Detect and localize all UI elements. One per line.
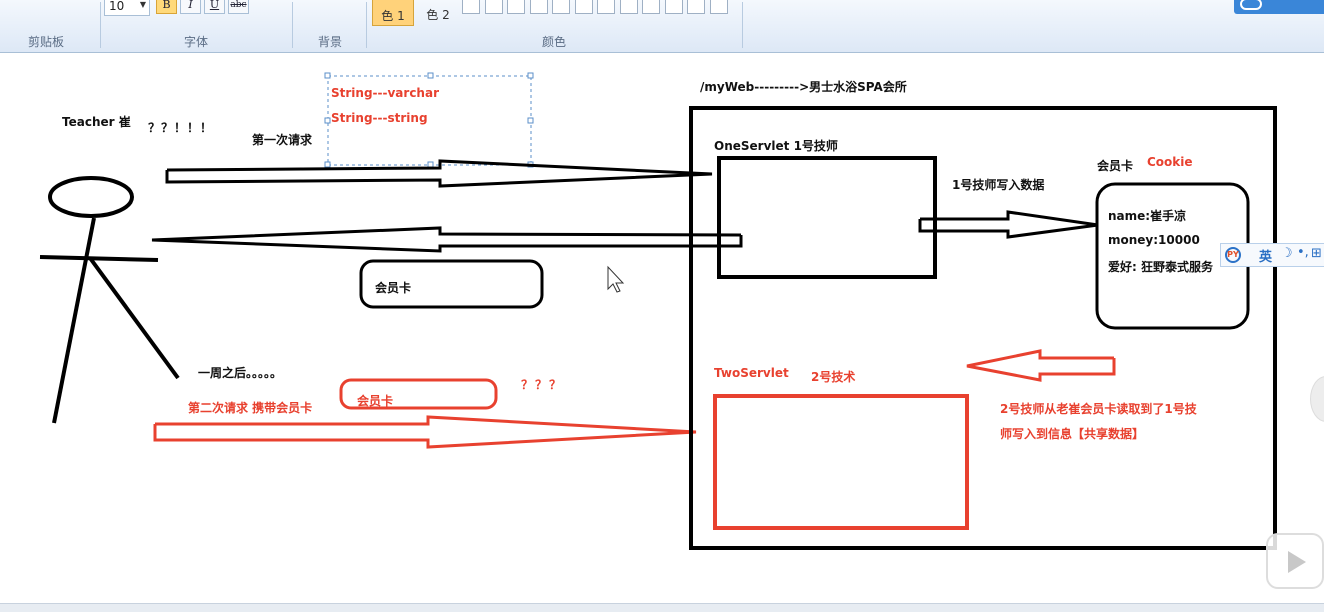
color-swatch[interactable] bbox=[642, 0, 660, 14]
card-name-field: name:崔手凉 bbox=[1108, 209, 1187, 223]
annotation-line-1: String---varchar bbox=[331, 86, 439, 100]
color-swatch[interactable] bbox=[552, 0, 570, 14]
color-swatch[interactable] bbox=[507, 0, 525, 14]
tech2-note-line-2: 师写入到信息【共享数据】 bbox=[1000, 427, 1145, 441]
background-group-label: 背景 bbox=[318, 35, 343, 49]
ribbon-separator bbox=[292, 2, 293, 48]
cookie-label: Cookie bbox=[1147, 155, 1193, 169]
ribbon-separator bbox=[100, 2, 101, 48]
ribbon-separator bbox=[366, 2, 367, 48]
server-title: /myWeb--------->男士水浴SPA会所 bbox=[700, 80, 907, 94]
one-servlet-box bbox=[717, 156, 937, 279]
tech2-label: 2号技术 bbox=[811, 370, 856, 384]
bold-button[interactable]: B bbox=[156, 0, 177, 14]
question-marks: ？？！！！ bbox=[148, 121, 214, 135]
clipboard-group-label: 剪贴板 bbox=[28, 35, 65, 49]
underline-button[interactable]: U bbox=[204, 0, 225, 14]
member-card-label-red: 会员卡 bbox=[357, 394, 394, 408]
color2-label: 色 2 bbox=[426, 8, 450, 22]
question-marks-red: ？？？ bbox=[521, 378, 564, 392]
member-card-title: 会员卡 bbox=[1097, 159, 1134, 173]
first-request-arrow bbox=[165, 159, 713, 188]
second-request-label: 第二次请求 携带会员卡 bbox=[188, 401, 313, 415]
color-swatch[interactable] bbox=[574, 0, 593, 14]
upload-share-button[interactable] bbox=[1234, 0, 1324, 14]
card-money-field: money:10000 bbox=[1108, 233, 1200, 247]
ime-fullwidth-icon[interactable]: ☽ bbox=[1281, 246, 1293, 261]
response-arrow bbox=[151, 226, 743, 253]
ime-language-toggle[interactable]: 英 bbox=[1259, 246, 1272, 265]
cloud-icon bbox=[1240, 0, 1262, 10]
write-data-arrow bbox=[918, 210, 1099, 239]
paint-canvas[interactable]: String---varchar String---string Teacher… bbox=[0, 53, 1324, 603]
colors-group-label: 颜色 bbox=[542, 35, 567, 49]
color-swatch[interactable] bbox=[529, 0, 548, 14]
member-card-label: 会员卡 bbox=[375, 281, 412, 295]
tech2-note-line-1: 2号技师从老崔会员卡读取到了1号技 bbox=[1000, 402, 1197, 416]
mouse-cursor-icon bbox=[607, 265, 625, 293]
read-data-arrow bbox=[966, 349, 1116, 382]
color-swatch[interactable] bbox=[687, 0, 705, 14]
color-swatch[interactable] bbox=[619, 0, 638, 14]
color-swatch[interactable] bbox=[597, 0, 615, 14]
one-servlet-label: OneServlet 1号技师 bbox=[714, 139, 838, 153]
strikethrough-button[interactable]: abc bbox=[228, 0, 249, 14]
ime-punctuation-icon[interactable]: •, bbox=[1297, 245, 1309, 260]
color-swatch[interactable] bbox=[664, 0, 683, 14]
font-size-value: 10 bbox=[109, 0, 125, 13]
ribbon-separator bbox=[742, 2, 743, 48]
week-later-label: 一周之后。。。。。 bbox=[198, 366, 283, 380]
color2-button[interactable]: 色 2 bbox=[418, 0, 458, 26]
tech1-write-label: 1号技师写入数据 bbox=[952, 178, 1045, 192]
first-request-label: 第一次请求 bbox=[252, 133, 313, 147]
second-request-arrow bbox=[153, 415, 697, 449]
color-swatch[interactable] bbox=[462, 0, 480, 14]
color-swatch[interactable] bbox=[484, 0, 503, 14]
italic-button[interactable]: I bbox=[180, 0, 201, 14]
ime-more-icon[interactable]: ⊞ bbox=[1311, 246, 1322, 261]
chevron-down-icon: ▼ bbox=[139, 0, 146, 9]
font-group-label: 字体 bbox=[184, 35, 209, 49]
stick-figure bbox=[39, 176, 180, 424]
ribbon-toolbar: 剪贴板 10 ▼ B I U abc 字体 背景 色 1 色 2 颜色 bbox=[0, 0, 1324, 53]
font-size-dropdown[interactable]: 10 ▼ bbox=[104, 0, 150, 16]
ime-logo-icon: PY bbox=[1225, 247, 1241, 263]
annotation-line-2: String---string bbox=[331, 111, 428, 125]
card-hobby-field: 爱好: 狂野泰式服务 bbox=[1108, 260, 1213, 274]
video-play-button[interactable] bbox=[1266, 533, 1324, 589]
two-servlet-label: TwoServlet bbox=[714, 366, 789, 380]
color1-button[interactable]: 色 1 bbox=[372, 0, 414, 26]
color-swatch[interactable] bbox=[709, 0, 728, 14]
play-icon bbox=[1288, 551, 1306, 573]
ime-toolbar[interactable]: PY 英 ☽ •, ⊞ bbox=[1220, 243, 1324, 267]
teacher-label: Teacher 崔 bbox=[62, 115, 131, 129]
two-servlet-box bbox=[713, 394, 969, 530]
color1-label: 色 1 bbox=[381, 9, 405, 23]
